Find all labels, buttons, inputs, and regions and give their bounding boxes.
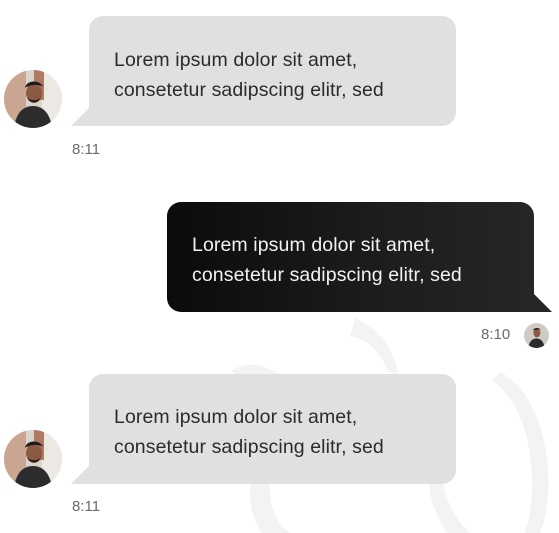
avatar-photo-icon bbox=[524, 323, 549, 348]
message-text-line: Lorem ipsum dolor sit amet, bbox=[114, 406, 358, 428]
message-text-line: consetetur sadipscing elitr, sed bbox=[192, 264, 462, 286]
message-text-line: consetetur sadipscing elitr, sed bbox=[114, 436, 384, 458]
user-avatar[interactable] bbox=[524, 323, 549, 348]
bubble-tail bbox=[71, 108, 89, 126]
incoming-message-bubble[interactable]: Lorem ipsum dolor sit amet, consetetur s… bbox=[89, 16, 456, 126]
message-text-line: consetetur sadipscing elitr, sed bbox=[114, 79, 384, 101]
message-timestamp: 8:10 bbox=[481, 326, 511, 343]
incoming-message-bubble[interactable]: Lorem ipsum dolor sit amet, consetetur s… bbox=[89, 374, 456, 484]
message-text-line: Lorem ipsum dolor sit amet, bbox=[192, 234, 436, 256]
avatar-photo-icon bbox=[4, 70, 62, 128]
outgoing-message-bubble[interactable]: Lorem ipsum dolor sit amet, consetetur s… bbox=[167, 202, 534, 312]
message-timestamp: 8:11 bbox=[72, 141, 101, 158]
avatar-photo-icon bbox=[4, 430, 62, 488]
message-timestamp: 8:11 bbox=[72, 498, 101, 515]
bubble-tail bbox=[71, 466, 89, 484]
user-avatar[interactable] bbox=[4, 70, 62, 128]
user-avatar[interactable] bbox=[4, 430, 62, 488]
bubble-tail bbox=[534, 294, 552, 312]
message-text-line: Lorem ipsum dolor sit amet, bbox=[114, 49, 358, 71]
